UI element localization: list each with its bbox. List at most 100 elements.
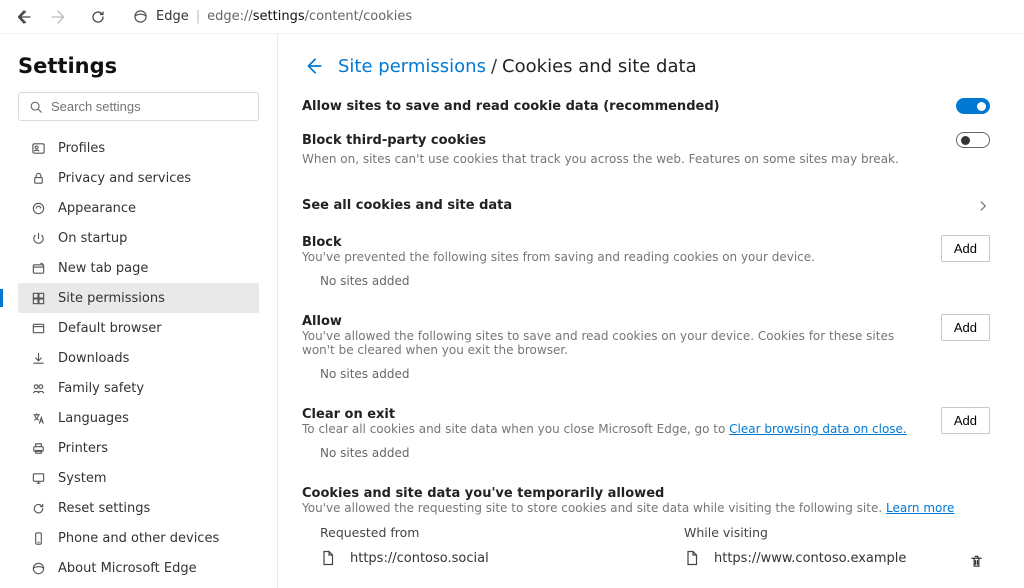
- edge-icon: [30, 560, 46, 576]
- reset-icon: [30, 500, 46, 516]
- url-bar[interactable]: Edge | edge://settings/content/cookies: [132, 9, 412, 25]
- sidebar-item-printers[interactable]: Printers: [18, 433, 259, 463]
- sidebar-item-phone-and-other-devices[interactable]: Phone and other devices: [18, 523, 259, 553]
- document-icon: [684, 550, 700, 566]
- block-section-title: Block: [302, 235, 929, 250]
- refresh-button[interactable]: [84, 3, 112, 31]
- block-third-party-sub: When on, sites can't use cookies that tr…: [302, 152, 990, 166]
- sidebar-item-label: Phone and other devices: [58, 531, 219, 546]
- printer-icon: [30, 440, 46, 456]
- sidebar-item-label: Privacy and services: [58, 171, 191, 186]
- allow-cookies-toggle[interactable]: [956, 98, 990, 114]
- temp-col-visiting: While visiting https://www.contoso.examp…: [666, 525, 990, 575]
- sidebar-item-appearance[interactable]: Appearance: [18, 193, 259, 223]
- family-icon: [30, 380, 46, 396]
- power-icon: [30, 230, 46, 246]
- sidebar-item-label: Default browser: [58, 321, 162, 336]
- sidebar-item-label: New tab page: [58, 261, 148, 276]
- sidebar-item-label: On startup: [58, 231, 127, 246]
- system-icon: [30, 470, 46, 486]
- sidebar-item-label: Site permissions: [58, 291, 165, 306]
- sidebar: Settings Profiles Privacy and services App…: [0, 34, 278, 588]
- permissions-icon: [30, 290, 46, 306]
- breadcrumb-separator: /: [491, 56, 497, 77]
- sidebar-item-label: System: [58, 471, 106, 486]
- clear-add-button[interactable]: Add: [941, 407, 990, 434]
- sidebar-item-about-microsoft-edge[interactable]: About Microsoft Edge: [18, 553, 259, 583]
- temp-visiting-cell: https://www.contoso.example: [666, 550, 950, 566]
- allow-empty: No sites added: [302, 357, 990, 385]
- temp-requested-url: https://contoso.social: [350, 551, 489, 566]
- sidebar-item-label: Family safety: [58, 381, 144, 396]
- sidebar-item-new-tab-page[interactable]: New tab page: [18, 253, 259, 283]
- breadcrumb: Site permissions / Cookies and site data: [302, 54, 990, 78]
- sidebar-item-family-safety[interactable]: Family safety: [18, 373, 259, 403]
- sidebar-item-profiles[interactable]: Profiles: [18, 133, 259, 163]
- block-section: Block You've prevented the following sit…: [302, 235, 990, 292]
- settings-title: Settings: [18, 54, 259, 78]
- sidebar-item-privacy-and-services[interactable]: Privacy and services: [18, 163, 259, 193]
- breadcrumb-current: Cookies and site data: [502, 56, 697, 77]
- sidebar-item-on-startup[interactable]: On startup: [18, 223, 259, 253]
- sidebar-item-label: Printers: [58, 441, 108, 456]
- appearance-icon: [30, 200, 46, 216]
- col-requested-head: Requested from: [302, 525, 626, 540]
- sidebar-item-downloads[interactable]: Downloads: [18, 343, 259, 373]
- url-text: Edge | edge://settings/content/cookies: [156, 9, 412, 24]
- allow-section-sub: You've allowed the following sites to sa…: [302, 329, 929, 357]
- clear-empty: No sites added: [302, 436, 990, 464]
- sidebar-item-default-browser[interactable]: Default browser: [18, 313, 259, 343]
- learn-more-link[interactable]: Learn more: [886, 501, 954, 515]
- temp-col-requested: Requested from https://contoso.social: [302, 525, 626, 575]
- clear-browsing-data-link[interactable]: Clear browsing data on close.: [729, 422, 907, 436]
- edge-icon: [132, 9, 148, 25]
- temp-table: Requested from https://contoso.social Wh…: [302, 525, 990, 575]
- temp-allowed-section: Cookies and site data you've temporarily…: [302, 486, 990, 575]
- sidebar-item-label: Reset settings: [58, 501, 150, 516]
- search-input[interactable]: [51, 99, 248, 114]
- temp-section-sub: You've allowed the requesting site to st…: [302, 501, 990, 515]
- sidebar-item-label: Downloads: [58, 351, 129, 366]
- temp-requested-cell: https://contoso.social: [302, 550, 626, 566]
- clear-section-sub: To clear all cookies and site data when …: [302, 422, 929, 436]
- temp-visiting-url: https://www.contoso.example: [714, 551, 906, 566]
- col-visiting-head: While visiting: [666, 525, 950, 540]
- temp-section-title: Cookies and site data you've temporarily…: [302, 486, 990, 501]
- sidebar-item-system[interactable]: System: [18, 463, 259, 493]
- see-all-cookies-row[interactable]: See all cookies and site data: [302, 186, 990, 225]
- back-button[interactable]: [10, 3, 38, 31]
- lock-icon: [30, 170, 46, 186]
- allow-cookies-title: Allow sites to save and read cookie data…: [302, 99, 720, 114]
- sidebar-item-label: Appearance: [58, 201, 136, 216]
- allow-section: Allow You've allowed the following sites…: [302, 314, 990, 385]
- allow-add-button[interactable]: Add: [941, 314, 990, 341]
- sidebar-item-label: Profiles: [58, 141, 105, 156]
- block-empty: No sites added: [302, 264, 990, 292]
- delete-temp-button[interactable]: [962, 547, 990, 575]
- forward-button[interactable]: [44, 3, 72, 31]
- see-all-title: See all cookies and site data: [302, 198, 512, 213]
- content: Site permissions / Cookies and site data…: [278, 34, 1024, 588]
- navbar: Edge | edge://settings/content/cookies: [0, 0, 1024, 34]
- phone-icon: [30, 530, 46, 546]
- search-input-wrap[interactable]: [18, 92, 259, 121]
- new-tab-icon: [30, 260, 46, 276]
- breadcrumb-back-icon[interactable]: [302, 54, 326, 78]
- clear-section-title: Clear on exit: [302, 407, 929, 422]
- user-card-icon: [30, 140, 46, 156]
- block-third-party-toggle[interactable]: [956, 132, 990, 148]
- chevron-right-icon: [976, 199, 990, 213]
- sidebar-item-languages[interactable]: Languages: [18, 403, 259, 433]
- download-icon: [30, 350, 46, 366]
- sidebar-item-reset-settings[interactable]: Reset settings: [18, 493, 259, 523]
- language-icon: [30, 410, 46, 426]
- clear-on-exit-section: Clear on exit To clear all cookies and s…: [302, 407, 990, 464]
- browser-icon: [30, 320, 46, 336]
- document-icon: [320, 550, 336, 566]
- breadcrumb-parent[interactable]: Site permissions: [338, 56, 486, 77]
- sidebar-item-label: About Microsoft Edge: [58, 561, 197, 576]
- block-add-button[interactable]: Add: [941, 235, 990, 262]
- block-section-sub: You've prevented the following sites fro…: [302, 250, 929, 264]
- sidebar-item-site-permissions[interactable]: Site permissions: [18, 283, 259, 313]
- block-third-party-title: Block third-party cookies: [302, 133, 486, 148]
